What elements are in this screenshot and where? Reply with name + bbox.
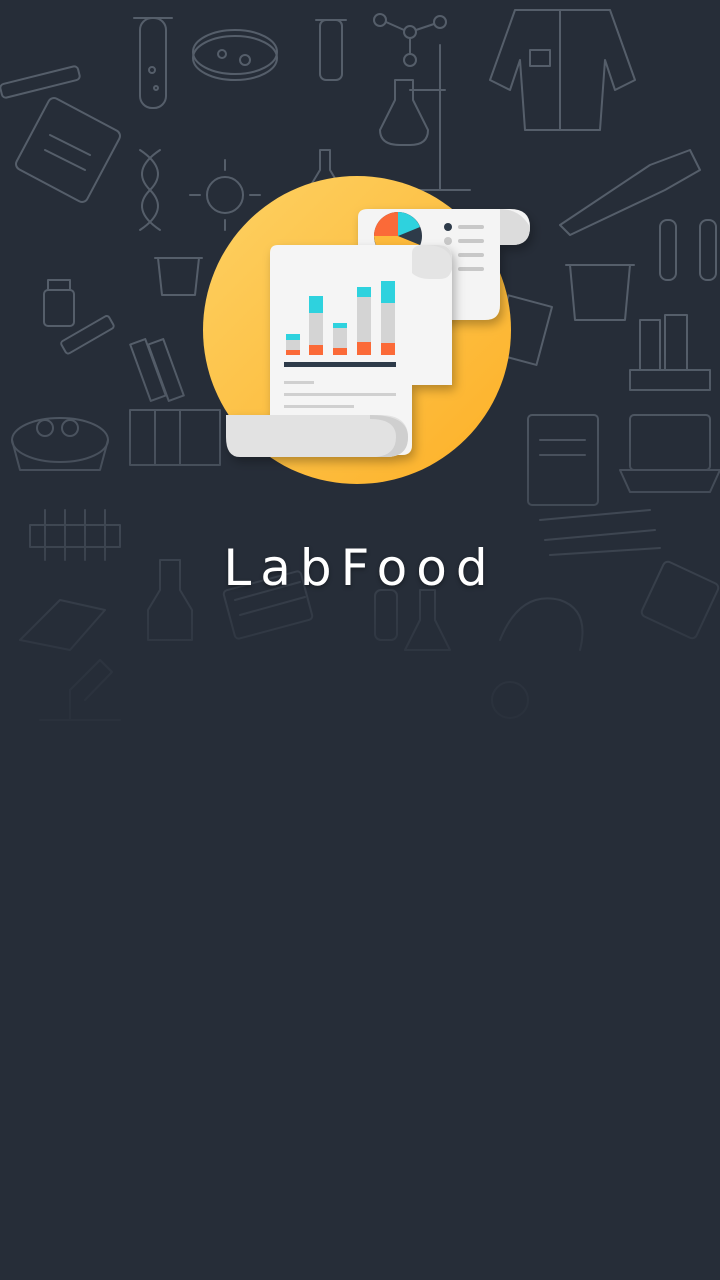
- app-title: LabFood: [223, 539, 497, 597]
- app-logo: [203, 176, 530, 484]
- splash-screen: LabFood: [0, 0, 720, 1280]
